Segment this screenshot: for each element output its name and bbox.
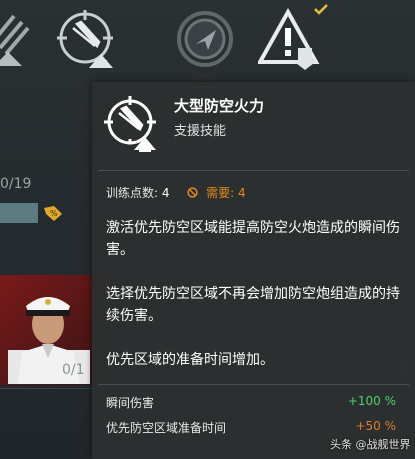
tooltip-subtitle: 支援技能 [174,124,227,139]
points-value: 4 [161,186,170,200]
description-line-3: 优先区域的准备时间增加。 [106,352,274,368]
progress-bar [0,203,38,223]
watermark: 头条 @战舰世界 [330,438,411,451]
flak-target-icon [0,14,30,66]
tooltip-header: 大型防空火力 支援技能 [92,82,415,172]
modifier-row: 瞬间伤害 +100 % [106,394,396,411]
modifier-label: 瞬间伤害 [106,396,155,410]
modifier-label: 优先防空区域准备时间 [106,421,227,435]
radar-compass-icon [177,11,233,67]
ban-icon [187,187,198,198]
game-screen: 0/19 % 0/1 9 大型防空火力 [0,0,415,459]
description-line-2: 选择优先防空区域不再会增加防空炮组造成的持续伤害。 [106,286,400,324]
aa-fighter-icon [57,10,113,68]
modifier-value: +100 % [347,394,396,408]
skill-stats: 训练点数: 4 需要: 4 [106,184,246,201]
tooltip-separator [98,384,409,385]
bottom-count-left: 0/1 [62,362,85,378]
modifier-value: +50 % [355,419,396,433]
skill-description: 激活优先防空区域能提高防空火炮造成的瞬间伤害。 选择优先防空区域不再会增加防空炮… [106,217,406,393]
points-count: 0/19 [0,176,32,192]
tooltip-title: 大型防空火力 [174,97,265,115]
description-line-1: 激活优先防空区域能提高防空火炮造成的瞬间伤害。 [106,220,400,258]
skill-tooltip: 大型防空火力 支援技能 训练点数: 4 需要: 4 激活优先防空区域能提高防空火… [92,82,415,459]
divider [0,388,100,389]
aa-fighter-icon [104,96,156,152]
tag-icon: % [44,206,62,221]
skill-flak-target[interactable] [0,8,54,70]
skill-radar[interactable] [174,8,236,70]
tooltip-separator [98,170,409,171]
need-value: 4 [238,186,246,200]
skill-aa-fighter[interactable] [55,8,117,70]
modifier-row: 优先防空区域准备时间 +50 % [106,419,396,436]
warning-download-icon [256,7,320,70]
skill-bar [0,0,415,78]
check-icon [314,4,328,15]
points-label: 训练点数: [106,186,159,200]
svg-text:%: % [50,209,58,218]
skill-warning[interactable] [256,7,320,70]
need-label: 需要: [206,186,235,200]
